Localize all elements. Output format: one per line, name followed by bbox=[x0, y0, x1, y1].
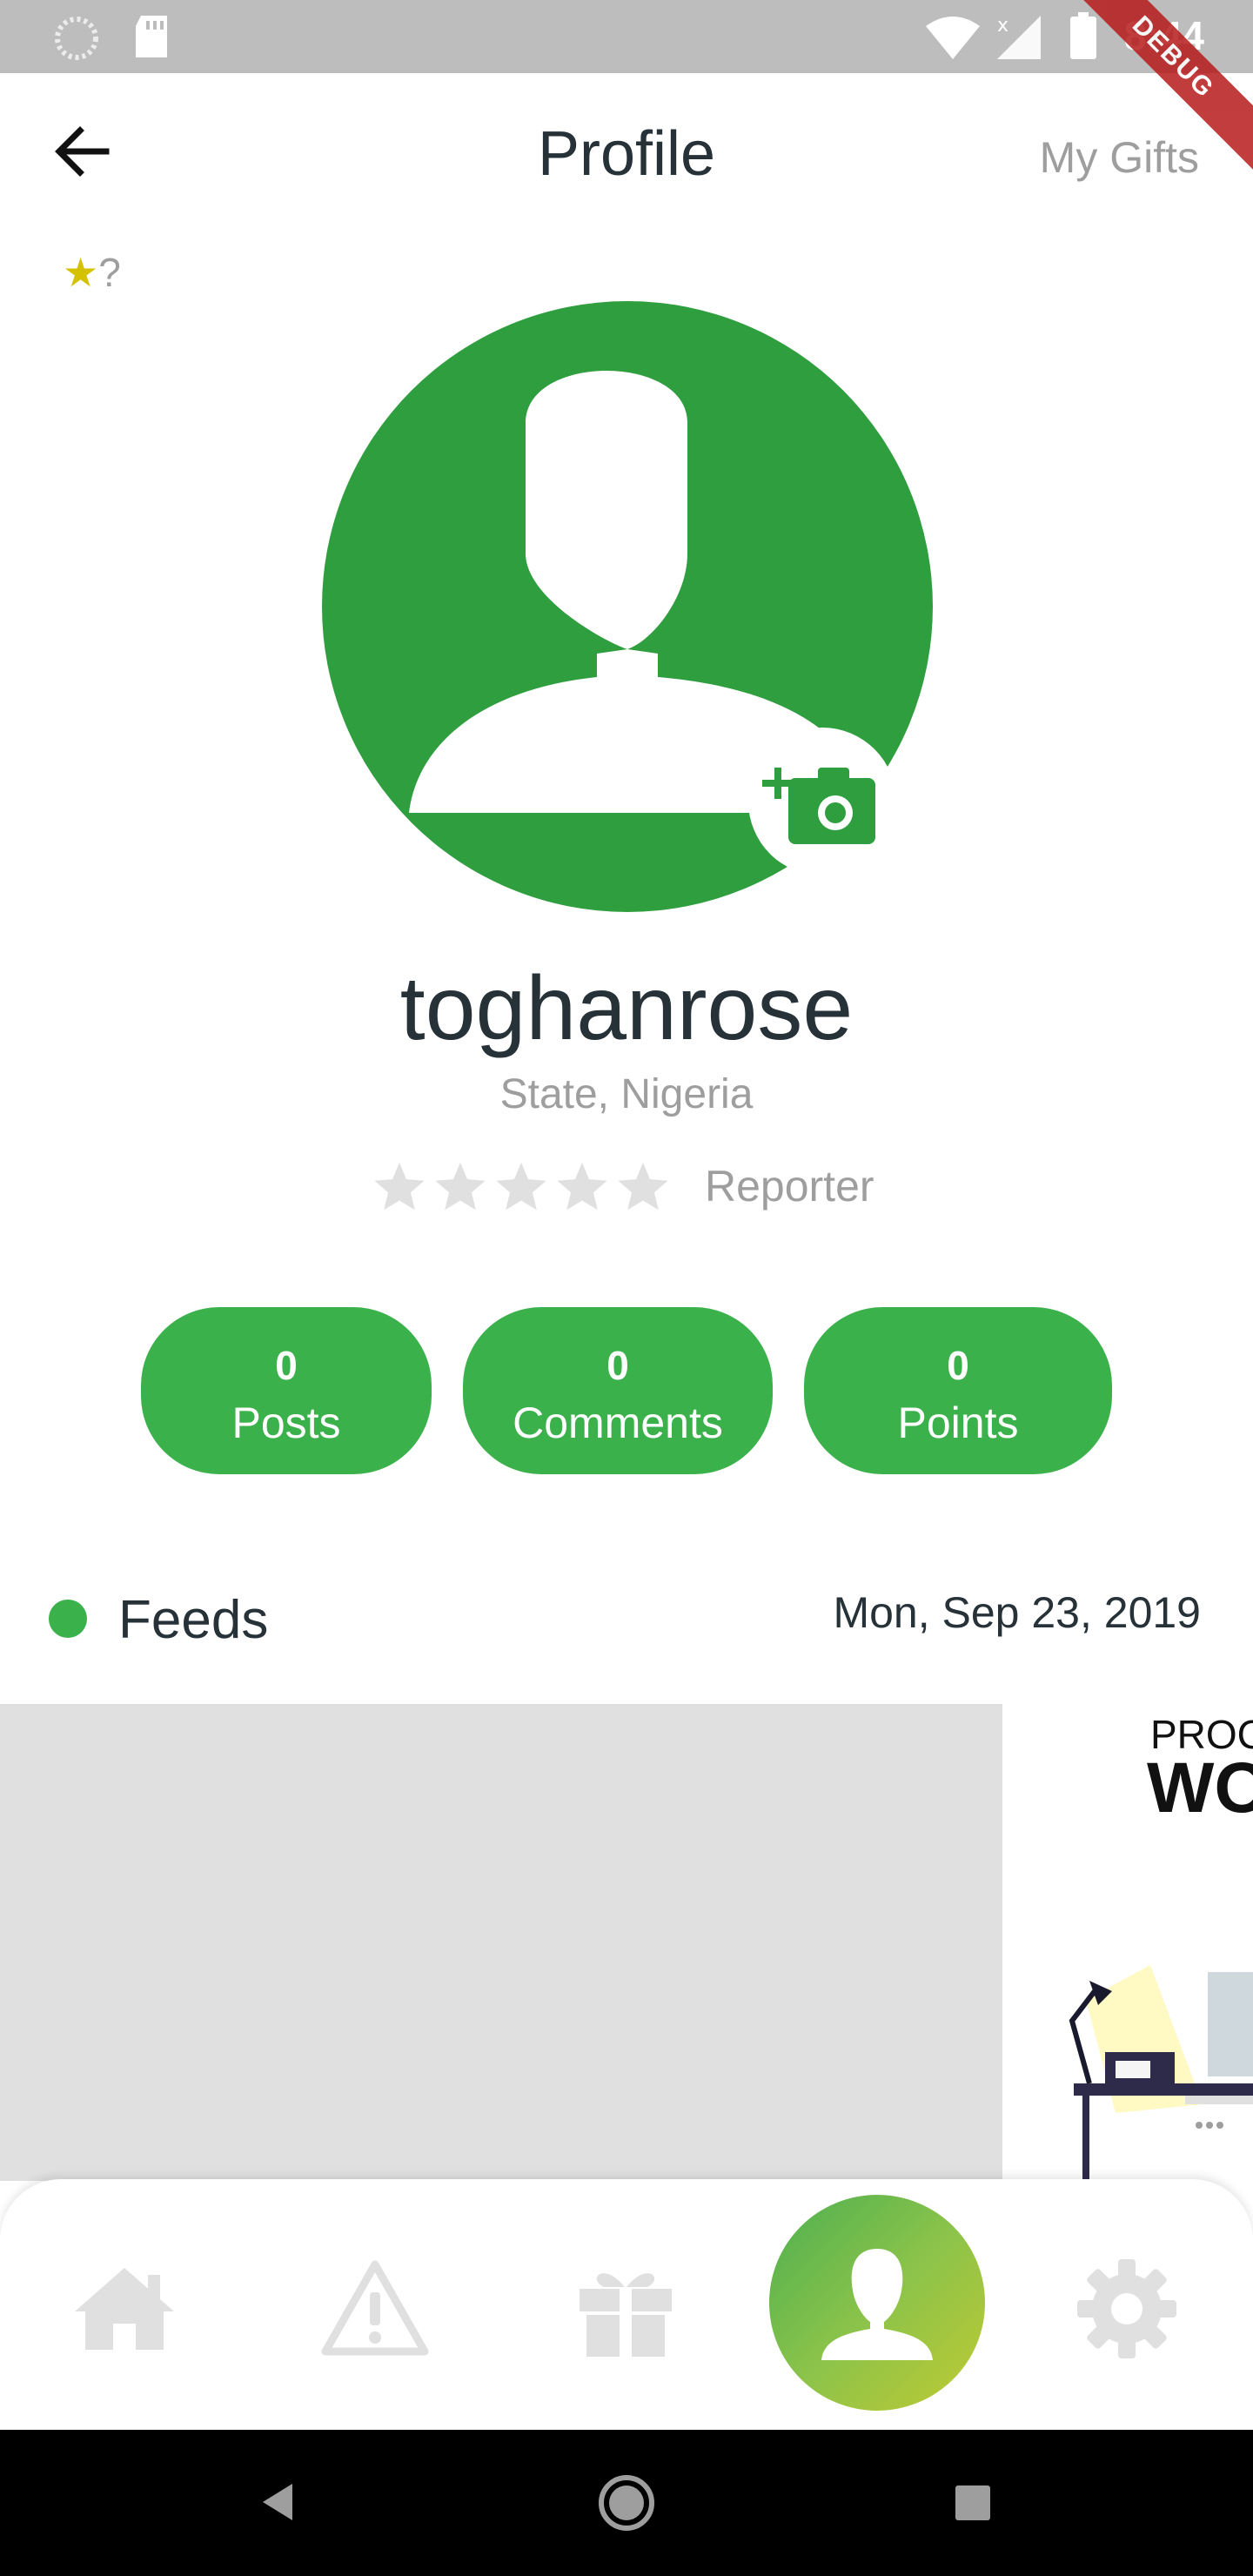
home-circle-icon[interactable] bbox=[597, 2473, 656, 2532]
user-rank: Reporter bbox=[705, 1162, 874, 1211]
my-gifts-link[interactable]: My Gifts bbox=[1040, 132, 1199, 183]
change-photo-button[interactable] bbox=[748, 728, 896, 875]
stat-label: Points bbox=[897, 1399, 1019, 1447]
user-location: State, Nigeria bbox=[499, 1071, 754, 1117]
star-empty-icon bbox=[374, 1162, 425, 1211]
star-empty-icon bbox=[435, 1162, 486, 1211]
feeds-indicator-dot bbox=[49, 1600, 87, 1638]
sd-card-icon bbox=[136, 16, 167, 57]
svg-text:x: x bbox=[997, 16, 1008, 37]
bottom-navigation bbox=[0, 2179, 1253, 2430]
stat-posts-button[interactable]: 0 Posts bbox=[141, 1307, 432, 1474]
feed-card[interactable]: PROC WO bbox=[1002, 1704, 1253, 2181]
signal-icon: x bbox=[997, 16, 1041, 59]
rating-row: Reporter bbox=[372, 1156, 874, 1217]
desk-illustration bbox=[1069, 1965, 1253, 2181]
loading-icon bbox=[55, 17, 98, 60]
star-empty-icon bbox=[618, 1162, 668, 1211]
stat-label: Posts bbox=[231, 1399, 341, 1447]
wifi-icon bbox=[926, 17, 980, 59]
star-icon: ★ bbox=[63, 250, 99, 295]
add-photo-icon bbox=[762, 768, 875, 844]
stat-comments-button[interactable]: 0 Comments bbox=[463, 1307, 773, 1474]
star-empty-icon bbox=[557, 1162, 607, 1211]
app-bar: Profile My Gifts bbox=[0, 73, 1253, 244]
star-empty-icon bbox=[496, 1162, 546, 1211]
stat-points-button[interactable]: 0 Points bbox=[804, 1307, 1112, 1474]
system-navigation-bar bbox=[0, 2430, 1253, 2576]
home-icon[interactable] bbox=[68, 2252, 181, 2365]
battery-icon bbox=[1070, 12, 1096, 59]
feed-image-placeholder[interactable] bbox=[0, 1704, 1002, 2181]
stat-label: Comments bbox=[513, 1399, 723, 1447]
profile-icon bbox=[821, 2249, 933, 2360]
username: toghanrose bbox=[399, 958, 854, 1059]
nav-profile-button[interactable] bbox=[769, 2195, 985, 2411]
stat-value: 0 bbox=[947, 1343, 969, 1388]
level-badge[interactable]: ★? bbox=[63, 249, 121, 296]
warning-icon[interactable] bbox=[318, 2252, 432, 2365]
back-triangle-icon[interactable] bbox=[258, 2480, 298, 2524]
status-bar: x 8:44 DEBUG bbox=[0, 0, 1253, 178]
feeds-title: Feeds bbox=[118, 1590, 269, 1650]
feeds-date: Mon, Sep 23, 2019 bbox=[833, 1588, 1201, 1637]
recents-square-icon[interactable] bbox=[954, 2484, 992, 2522]
stat-value: 0 bbox=[275, 1343, 298, 1388]
gift-icon[interactable] bbox=[569, 2252, 682, 2365]
settings-icon[interactable] bbox=[1070, 2252, 1183, 2365]
rating-stars bbox=[372, 1159, 670, 1213]
stat-value: 0 bbox=[606, 1343, 629, 1388]
level-badge-text: ? bbox=[98, 250, 121, 295]
